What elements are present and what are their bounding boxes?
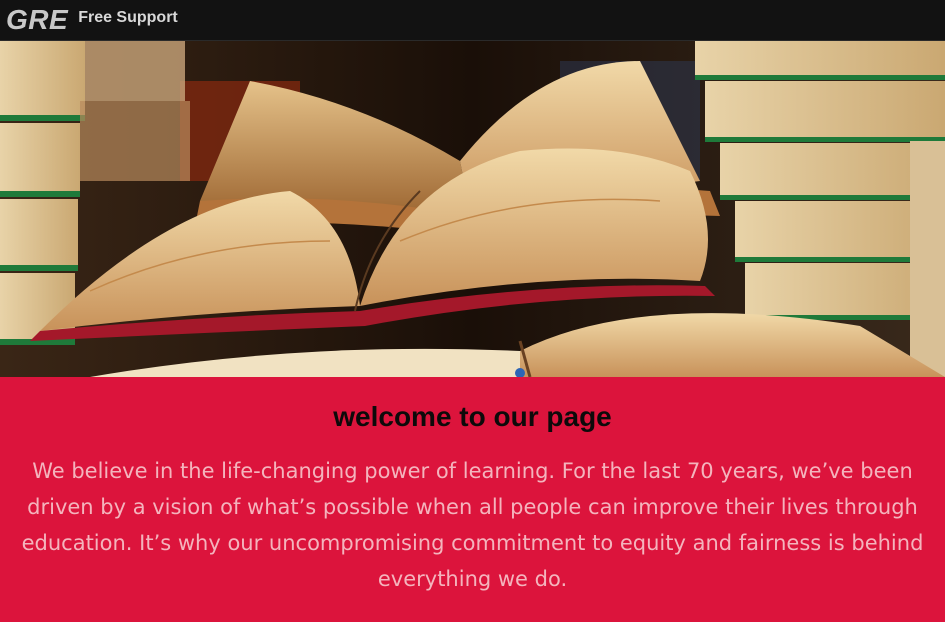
nav-link-free-support[interactable]: Free Support: [78, 9, 178, 27]
top-navbar: GRE Free Support: [0, 0, 945, 41]
page: GRE Free Support welcome to our page We …: [0, 0, 945, 622]
hero-image: [0, 41, 945, 377]
welcome-section: welcome to our page We believe in the li…: [0, 377, 945, 622]
welcome-heading: welcome to our page: [333, 401, 612, 432]
mission-paragraph: We believe in the life-changing power of…: [21, 459, 924, 591]
brand-logo[interactable]: GRE: [6, 4, 68, 36]
